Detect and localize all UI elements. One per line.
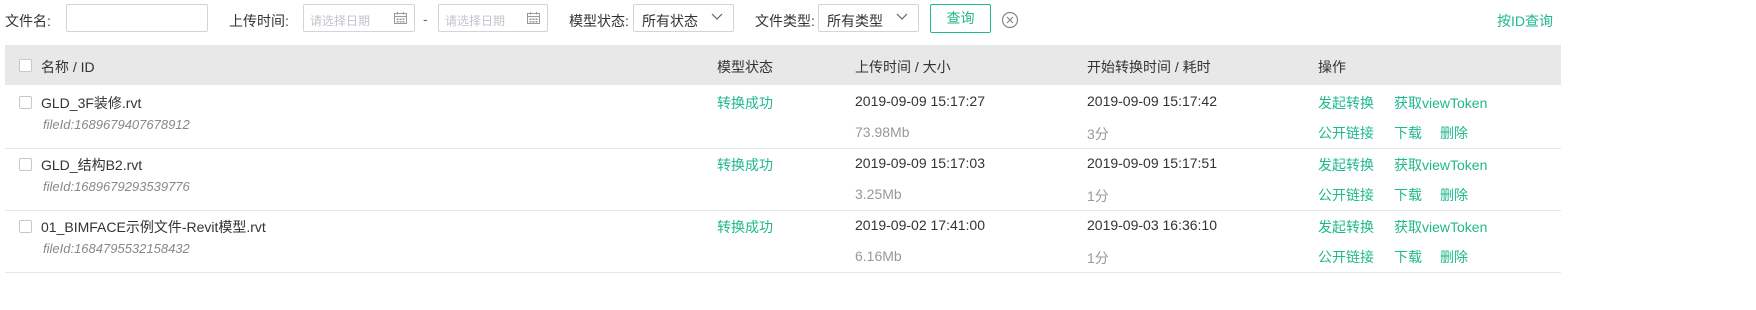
query-button[interactable]: 查询 (930, 4, 991, 33)
model-status: 转换成功 (717, 219, 773, 235)
model-status-label: 模型状态: (569, 13, 629, 29)
convert-start-time: 2019-09-03 16:36:10 (1087, 217, 1217, 233)
date-end-placeholder: 请选择日期 (445, 14, 506, 28)
file-type-value: 所有类型 (827, 13, 883, 29)
file-name-input[interactable] (66, 4, 208, 32)
table-row: GLD_3F装修.rvt fileId:1689679407678912 转换成… (5, 86, 1561, 149)
download-link[interactable]: 下载 (1394, 123, 1422, 143)
get-view-token-link[interactable]: 获取viewToken (1394, 155, 1487, 175)
download-link[interactable]: 下载 (1394, 247, 1422, 267)
calendar-icon (527, 12, 540, 24)
chevron-down-icon (711, 13, 723, 20)
file-name: GLD_3F装修.rvt (41, 95, 142, 111)
column-convert-time-duration: 开始转换时间 / 耗时 (1087, 59, 1211, 75)
download-link[interactable]: 下载 (1394, 185, 1422, 205)
model-status: 转换成功 (717, 95, 773, 111)
row-checkbox[interactable] (19, 158, 32, 171)
file-name: 01_BIMFACE示例文件-Revit模型.rvt (41, 219, 266, 235)
file-id-value: 1689679407678912 (74, 117, 190, 132)
upload-time-label: 上传时间: (229, 13, 289, 29)
column-actions: 操作 (1318, 59, 1346, 75)
file-name-label: 文件名: (5, 13, 51, 29)
date-separator: - (423, 11, 428, 27)
start-convert-link[interactable]: 发起转换 (1318, 93, 1374, 113)
convert-start-time: 2019-09-09 15:17:51 (1087, 155, 1217, 171)
file-size: 73.98Mb (855, 124, 910, 140)
file-size: 3.25Mb (855, 186, 902, 202)
select-all-checkbox[interactable] (19, 59, 32, 72)
filter-bar: 文件名: 上传时间: 请选择日期 - 请选择日期 模型状态: 所有状态 文件类型… (0, 0, 1756, 40)
file-id-prefix: fileId: (43, 179, 75, 194)
get-view-token-link[interactable]: 获取viewToken (1394, 217, 1487, 237)
file-type-label: 文件类型: (755, 13, 815, 29)
get-view-token-link[interactable]: 获取viewToken (1394, 93, 1487, 113)
start-convert-link[interactable]: 发起转换 (1318, 155, 1374, 175)
date-start-picker[interactable]: 请选择日期 (303, 4, 415, 32)
table-header: 名称 / ID 模型状态 上传时间 / 大小 开始转换时间 / 耗时 操作 (5, 45, 1561, 85)
model-status-select[interactable]: 所有状态 (633, 4, 734, 32)
delete-link[interactable]: 删除 (1440, 123, 1468, 143)
model-status-value: 所有状态 (642, 13, 698, 29)
convert-duration: 1分 (1087, 188, 1109, 204)
table-row: GLD_结构B2.rvt fileId:1689679293539776 转换成… (5, 148, 1561, 211)
delete-link[interactable]: 删除 (1440, 185, 1468, 205)
public-link[interactable]: 公开链接 (1318, 185, 1374, 205)
id-query-link[interactable]: 按ID查询 (1497, 11, 1553, 31)
file-id-value: 1684795532158432 (74, 241, 190, 256)
start-convert-link[interactable]: 发起转换 (1318, 217, 1374, 237)
file-id-value: 1689679293539776 (74, 179, 190, 194)
column-name-id: 名称 / ID (41, 59, 95, 75)
row-checkbox[interactable] (19, 96, 32, 109)
convert-duration: 3分 (1087, 126, 1109, 142)
upload-time: 2019-09-09 15:17:27 (855, 93, 985, 109)
column-model-status: 模型状态 (717, 59, 773, 75)
model-status: 转换成功 (717, 157, 773, 173)
column-upload-time-size: 上传时间 / 大小 (855, 59, 951, 75)
upload-time: 2019-09-09 15:17:03 (855, 155, 985, 171)
convert-duration: 1分 (1087, 250, 1109, 266)
file-name: GLD_结构B2.rvt (41, 157, 143, 173)
file-id: fileId:1689679293539776 (43, 179, 190, 194)
public-link[interactable]: 公开链接 (1318, 123, 1374, 143)
chevron-down-icon (896, 13, 908, 20)
file-type-select[interactable]: 所有类型 (818, 4, 919, 32)
clear-icon[interactable] (1001, 11, 1019, 29)
row-checkbox[interactable] (19, 220, 32, 233)
file-size: 6.16Mb (855, 248, 902, 264)
public-link[interactable]: 公开链接 (1318, 247, 1374, 267)
file-id-prefix: fileId: (43, 117, 75, 132)
convert-start-time: 2019-09-09 15:17:42 (1087, 93, 1217, 109)
date-end-picker[interactable]: 请选择日期 (438, 4, 548, 32)
file-id: fileId:1689679407678912 (43, 117, 190, 132)
delete-link[interactable]: 删除 (1440, 247, 1468, 267)
upload-time: 2019-09-02 17:41:00 (855, 217, 985, 233)
date-start-placeholder: 请选择日期 (310, 14, 371, 28)
table-row: 01_BIMFACE示例文件-Revit模型.rvt fileId:168479… (5, 210, 1561, 273)
calendar-icon (394, 12, 407, 24)
file-id: fileId:1684795532158432 (43, 241, 190, 256)
file-id-prefix: fileId: (43, 241, 75, 256)
